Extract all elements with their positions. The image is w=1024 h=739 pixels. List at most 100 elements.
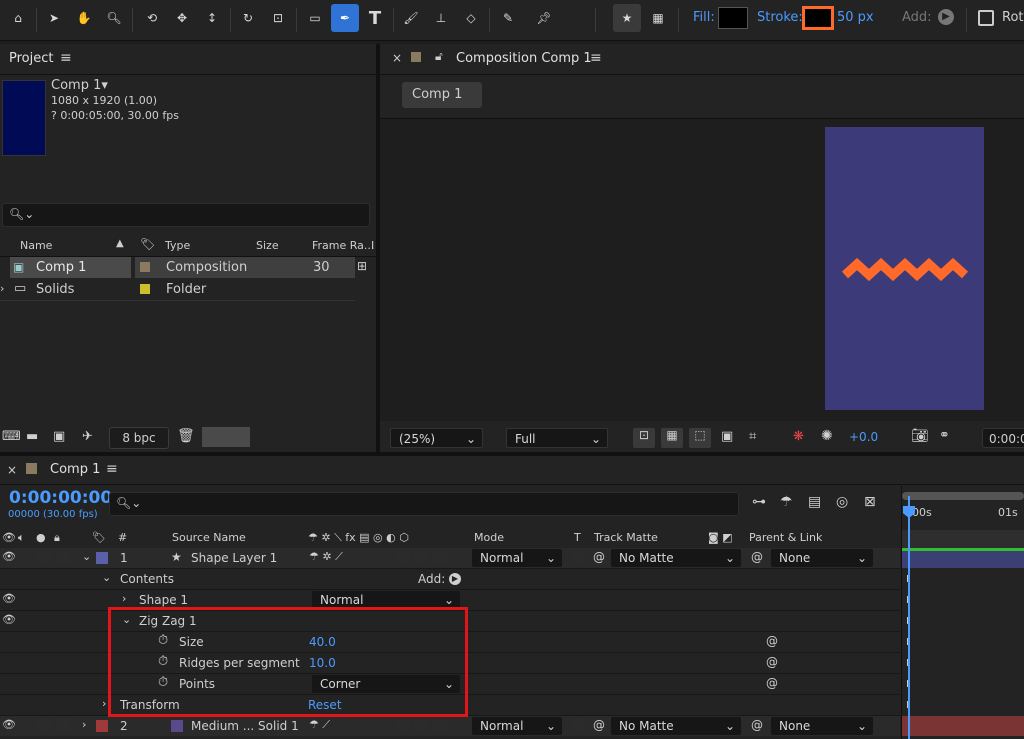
track-matte-dropdown[interactable]: No Matte ⌄ <box>611 717 741 735</box>
col-frame-rate[interactable]: Frame Ra... <box>312 239 374 252</box>
expression-pickwhip-icon[interactable]: @ <box>766 655 778 669</box>
panel-menu-icon[interactable]: ≡ <box>60 50 72 66</box>
parent-pickwhip-icon[interactable]: @ <box>751 718 763 732</box>
dolly-tool-icon[interactable]: ↕ <box>198 4 226 32</box>
eye-icon[interactable]: 👁︎ <box>2 613 16 626</box>
parent-dropdown[interactable]: None ⌄ <box>771 549 873 567</box>
pickwhip-icon[interactable]: @ <box>593 718 605 732</box>
timeline-search-input[interactable]: 🔍︎⌄ <box>109 492 739 516</box>
transparency-grid-icon[interactable]: ▦ <box>661 428 683 448</box>
eye-icon[interactable]: 👁︎ <box>2 718 16 731</box>
work-area-bar[interactable] <box>902 492 1024 500</box>
brush-tool-icon[interactable]: 🖌︎ <box>397 4 425 32</box>
shy-layers-icon[interactable]: ☂ <box>780 494 793 510</box>
layer-1-duration-bar[interactable] <box>902 548 1024 568</box>
close-icon[interactable]: × <box>392 51 402 65</box>
add-play-icon[interactable]: ▶ <box>449 573 461 585</box>
layer-switches[interactable]: ☂ ✲ ⟋ <box>309 550 343 564</box>
chevron-down-icon[interactable]: ⌄ <box>82 550 91 563</box>
chevron-right-icon[interactable]: › <box>122 592 126 605</box>
zoom-tool-icon[interactable]: 🔍︎ <box>100 4 128 32</box>
bpc-button[interactable]: 8 bpc <box>109 427 169 449</box>
graph-editor-icon[interactable]: ⊠ <box>864 494 876 510</box>
label-color-swatch[interactable] <box>26 463 37 474</box>
resolution-dropdown[interactable]: Full ⌄ <box>506 428 608 448</box>
new-composition-icon[interactable]: ▣ <box>53 429 65 444</box>
comp-name[interactable]: Comp 1▾ <box>51 78 108 93</box>
eye-icon[interactable]: 👁︎ <box>2 550 16 563</box>
lock-icon[interactable]: 🔓︎ <box>435 49 443 64</box>
home-icon[interactable]: ⌂ <box>4 4 32 32</box>
pen-tool-icon[interactable]: ✒ <box>331 4 359 32</box>
eraser-tool-icon[interactable]: ◇ <box>457 4 485 32</box>
orbit-tool-icon[interactable]: ⟲ <box>138 4 166 32</box>
label-color-swatch[interactable] <box>96 720 108 732</box>
contents-row[interactable]: ⌄ Contents Add: ▶ <box>0 569 900 590</box>
panel-menu-icon[interactable]: ≡ <box>590 50 602 66</box>
label-tag-icon[interactable]: 🏷︎ <box>92 531 106 544</box>
exposure-value[interactable]: +0.0 <box>849 430 878 444</box>
current-timecode[interactable]: 0:00:00:00 <box>9 488 112 508</box>
project-scrub-bar[interactable] <box>202 427 250 447</box>
parent-pickwhip-icon[interactable]: @ <box>751 550 763 564</box>
col-size[interactable]: Size <box>256 239 279 252</box>
layer-switches[interactable]: ☂ ⟋ <box>309 718 330 732</box>
timeline-tab-title[interactable]: Comp 1 <box>50 462 100 477</box>
composition-viewer[interactable] <box>380 119 1024 421</box>
chevron-right-icon[interactable]: › <box>102 697 106 710</box>
layer-switches-icons[interactable]: ☂ ✲ ⟍ fx ▤ ◎ ◐ ⬡ <box>308 531 409 545</box>
snapshot-camera-icon[interactable]: 📷︎ <box>911 428 929 444</box>
col-in[interactable]: I <box>371 239 374 252</box>
reset-exposure-icon[interactable]: ✺ <box>821 428 833 444</box>
track-matte-dropdown[interactable]: No Matte ⌄ <box>611 549 741 567</box>
col-parent-link[interactable]: Parent & Link <box>749 531 822 544</box>
stroke-swatch[interactable] <box>802 6 834 30</box>
sort-up-icon[interactable]: ▲ <box>116 238 124 249</box>
col-name[interactable]: Name <box>20 239 52 252</box>
interpret-footage-icon[interactable]: ⌨ <box>2 429 21 444</box>
lock-icon[interactable]: 🔒︎ <box>54 531 60 545</box>
mask-path-icon[interactable]: ⬚ <box>689 428 711 448</box>
layer-row-shape-layer-1[interactable]: 👁︎ ⌄ 1 ★ Shape Layer 1 ☂ ✲ ⟋ Normal ⌄ @ N… <box>0 548 900 569</box>
expression-pickwhip-icon[interactable]: @ <box>766 676 778 690</box>
composition-panel-title[interactable]: Composition Comp 1 <box>456 51 592 66</box>
add-play-icon[interactable]: ▶ <box>938 9 954 25</box>
playhead[interactable] <box>908 496 910 739</box>
audio-icon[interactable]: 🔈︎ <box>18 531 25 545</box>
label-color-swatch[interactable] <box>140 262 150 272</box>
layer-2-duration-bar[interactable] <box>902 716 1024 736</box>
roto-brush-tool-icon[interactable]: ✎ <box>494 4 522 32</box>
layer-name[interactable]: Medium ... Solid 1 <box>191 719 299 733</box>
col-type[interactable]: Type <box>165 239 190 252</box>
pan-tool-icon[interactable]: ✥ <box>168 4 196 32</box>
zigzag-shape[interactable] <box>825 127 984 410</box>
clone-stamp-tool-icon[interactable]: ⊥ <box>427 4 455 32</box>
comp-breadcrumb-tab[interactable]: Comp 1 <box>402 82 482 108</box>
col-mode[interactable]: Mode <box>474 531 504 544</box>
layer-mode-dropdown[interactable]: Normal ⌄ <box>472 717 562 735</box>
render-icon[interactable]: ✈ <box>82 429 93 444</box>
show-snapshot-icon[interactable]: ⚭ <box>939 428 950 443</box>
label-color-swatch[interactable] <box>96 552 108 564</box>
region-of-interest-icon[interactable]: ▣ <box>721 429 733 444</box>
trash-icon[interactable]: 🗑︎ <box>177 428 195 444</box>
eye-icon[interactable]: 👁︎ <box>2 592 16 605</box>
fill-label[interactable]: Fill: <box>693 10 715 25</box>
project-panel-title[interactable]: Project <box>9 51 53 66</box>
rotate-tool-icon[interactable]: ↻ <box>234 4 262 32</box>
matte-icons[interactable]: ◙ ◩ <box>708 531 733 544</box>
solo-icon[interactable]: ● <box>36 531 46 544</box>
comp-mini-flowchart-icon[interactable]: ⊶ <box>752 494 766 510</box>
stroke-label[interactable]: Stroke: <box>757 10 803 25</box>
project-item-solids[interactable]: › ▭ Solids Folder <box>0 279 355 301</box>
panel-menu-icon[interactable]: ≡ <box>106 461 118 477</box>
grid-guides-icon[interactable]: ⌗ <box>749 429 756 444</box>
col-track-matte[interactable]: Track Matte <box>594 531 658 544</box>
new-folder-icon[interactable]: ▬ <box>26 429 38 444</box>
time-ruler[interactable]: 00s 01s <box>902 486 1024 548</box>
frame-blending-icon[interactable]: ▤ <box>808 494 821 510</box>
col-number[interactable]: # <box>118 531 127 544</box>
layer-name[interactable]: Shape Layer 1 <box>191 551 277 565</box>
chevron-right-icon[interactable]: › <box>0 282 4 295</box>
puppet-tool-icon[interactable]: 📌︎ <box>530 4 558 32</box>
